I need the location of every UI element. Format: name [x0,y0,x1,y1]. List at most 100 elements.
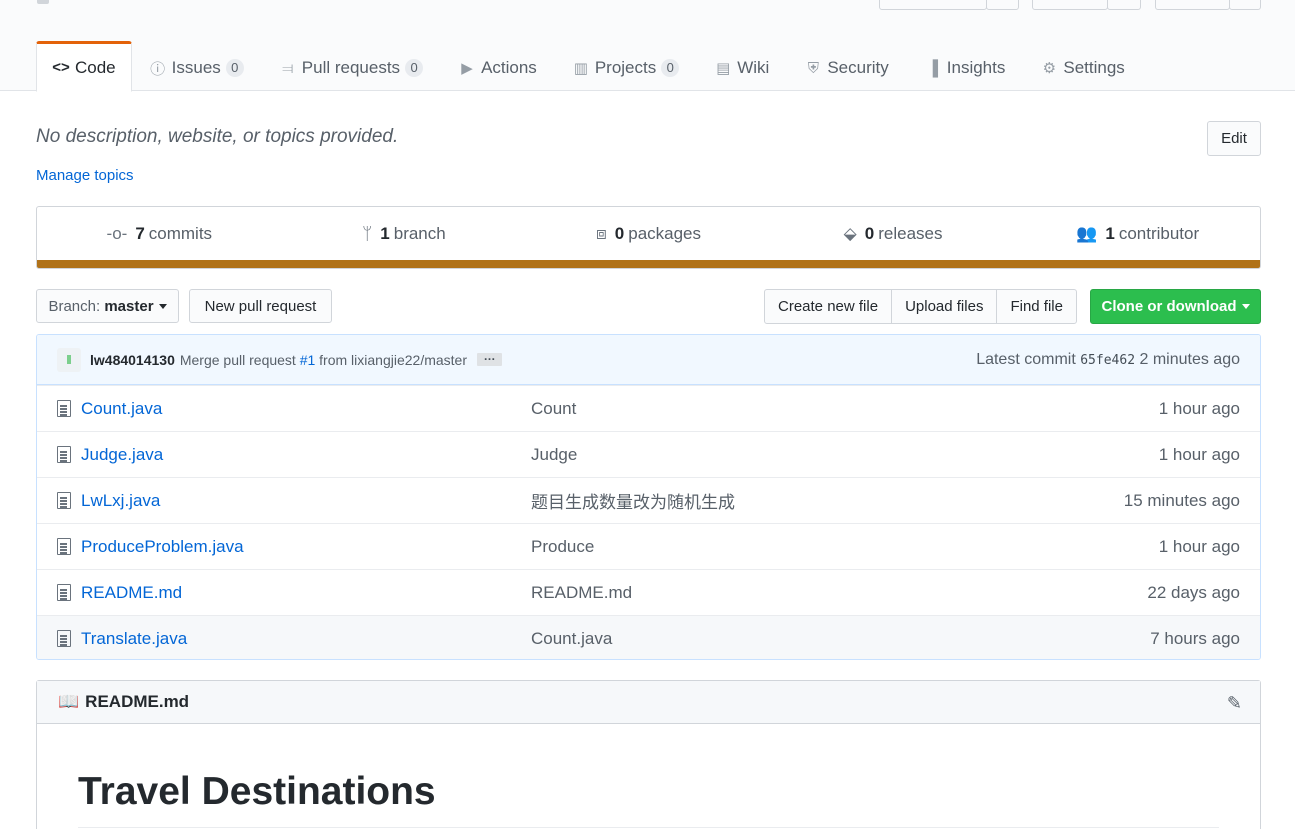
heading-divider [78,827,1219,828]
manage-topics-link[interactable]: Manage topics [36,167,134,184]
file-name-link[interactable]: README.md [81,583,182,603]
tab-insights[interactable]: ▐ Insights [907,41,1024,92]
readme-panel: 📖 README.md ✎ Travel Destinations [36,680,1261,829]
file-age: 7 hours ago [1150,628,1240,648]
count-badge: 0 [225,59,244,77]
tab-settings[interactable]: ⚙ Settings [1023,41,1142,92]
star-button[interactable] [1032,0,1108,10]
find-file-button[interactable]: Find file [997,290,1076,323]
readme-heading: Travel Destinations [78,770,436,813]
tab-code[interactable]: <> Code [36,41,132,92]
repo-summary: -o- 7 commits ᛘ 1 branch ⧈ 0 packages ⬙ … [36,206,1261,269]
branch-select[interactable]: Branch: master [36,289,179,323]
expand-commit-button[interactable]: … [477,350,503,366]
packages-count: 0 [614,223,625,243]
file-commit-message[interactable]: README.md [531,583,632,603]
repo-description: No description, website, or topics provi… [36,126,399,147]
fork-button[interactable] [1155,0,1230,10]
tab-label: Code [75,57,116,77]
star-count[interactable] [1107,0,1141,10]
pencil-icon[interactable]: ✎ [1227,693,1242,714]
file-name-link[interactable]: Judge.java [81,445,163,465]
code-icon: <> [52,59,70,76]
tab-label: Pull requests [301,58,401,77]
tab-wiki[interactable]: ▤ Wiki [697,41,787,92]
file-age: 22 days ago [1147,582,1240,602]
commits-link[interactable]: -o- 7 commits [37,207,282,260]
caret-down-icon [158,303,167,309]
branches-count: 1 [380,223,390,243]
table-row: LwLxj.java 题目生成数量改为随机生成 15 minutes ago [37,477,1260,523]
commit-sha[interactable]: 65fe462 [1080,353,1135,368]
watch-count[interactable] [986,0,1019,10]
branch-prefix: Branch: [48,297,101,315]
people-icon: 👥 [1076,223,1098,243]
new-pull-request-button[interactable]: New pull request [189,289,332,323]
readme-filename: README.md [85,692,190,711]
tab-issues[interactable]: ⓘ Issues 0 [132,41,262,92]
branch-name: master [104,297,154,315]
tab-actions[interactable]: ▶ Actions [441,41,555,92]
branch-icon: ᛘ [362,223,373,243]
packages-link[interactable]: ⧈ 0 packages [526,207,771,260]
watch-button[interactable] [879,0,987,10]
file-name-link[interactable]: ProduceProblem.java [81,537,244,557]
tab-pull-requests[interactable]: ⫤ Pull requests 0 [262,41,441,92]
play-icon: ▶ [461,60,473,77]
file-icon [57,400,71,417]
contributors-link[interactable]: 👥 1 contributor [1015,207,1260,260]
file-name-link[interactable]: Translate.java [81,629,187,649]
file-name-link[interactable]: LwLxj.java [81,491,160,511]
file-icon [57,630,71,647]
file-commit-message[interactable]: 题目生成数量改为随机生成 [531,488,735,513]
pull-request-icon: ⫤ [282,59,294,77]
book-icon: 📖 [58,692,80,711]
tag-icon: ⬙ [843,223,857,243]
upload-files-button[interactable]: Upload files [892,290,998,323]
tab-projects[interactable]: ▥ Projects 0 [555,41,697,92]
file-commit-message[interactable]: Judge [531,445,577,465]
file-commit-message[interactable]: Count [531,399,576,419]
project-icon: ▥ [573,60,588,77]
commit-message: Merge pull request #1 from lixiangjie22/… [180,352,467,368]
file-name-link[interactable]: Count.java [81,399,162,419]
branches-link[interactable]: ᛘ 1 branch [282,207,527,260]
latest-commit-bar: lw484014130 Merge pull request #1 from l… [37,335,1260,385]
graph-icon: ▐ [927,59,939,77]
file-age: 1 hour ago [1158,536,1240,556]
commit-age: 2 minutes ago [1139,350,1240,368]
language-bar[interactable] [37,260,1260,268]
caret-down-icon [1241,304,1250,309]
file-age: 15 minutes ago [1123,490,1240,510]
releases-link[interactable]: ⬙ 0 releases [771,207,1016,260]
clone-or-download-button[interactable]: Clone or download [1090,289,1261,324]
commit-message-suffix: from lixiangjie22/master [319,351,468,368]
file-commit-message[interactable]: Produce [531,537,594,557]
pr-link[interactable]: #1 [300,352,316,368]
file-list: lw484014130 Merge pull request #1 from l… [36,334,1261,660]
create-new-file-button[interactable]: Create new file [765,290,893,323]
clone-label: Clone or download [1101,298,1237,315]
file-commit-message[interactable]: Count.java [531,629,612,649]
contributors-label: contributor [1118,223,1200,243]
tab-label: Insights [946,58,1006,77]
table-row: Translate.java Count.java 7 hours ago [37,615,1260,659]
commits-count: 7 [135,223,145,243]
count-badge: 0 [661,59,680,77]
repo-nav-tabs: <> Code ⓘ Issues 0 ⫤ Pull requests 0 ▶ A… [36,41,1143,92]
fork-count[interactable] [1229,0,1261,10]
edit-description-button[interactable]: Edit [1207,121,1261,156]
gear-icon: ⚙ [1042,60,1057,77]
tab-label: Issues [171,58,221,77]
tab-security[interactable]: ⛨ Security [787,41,906,92]
branches-label: branch [393,223,446,243]
tab-label: Settings [1063,58,1125,77]
shield-icon: ⛨ [807,59,819,77]
file-age: 1 hour ago [1158,398,1240,418]
repo-icon [37,0,49,4]
file-age: 1 hour ago [1158,444,1240,464]
commit-author[interactable]: lw484014130 [90,352,175,368]
contributors-count: 1 [1105,223,1115,243]
avatar[interactable] [57,347,81,372]
tab-label: Actions [481,58,537,77]
